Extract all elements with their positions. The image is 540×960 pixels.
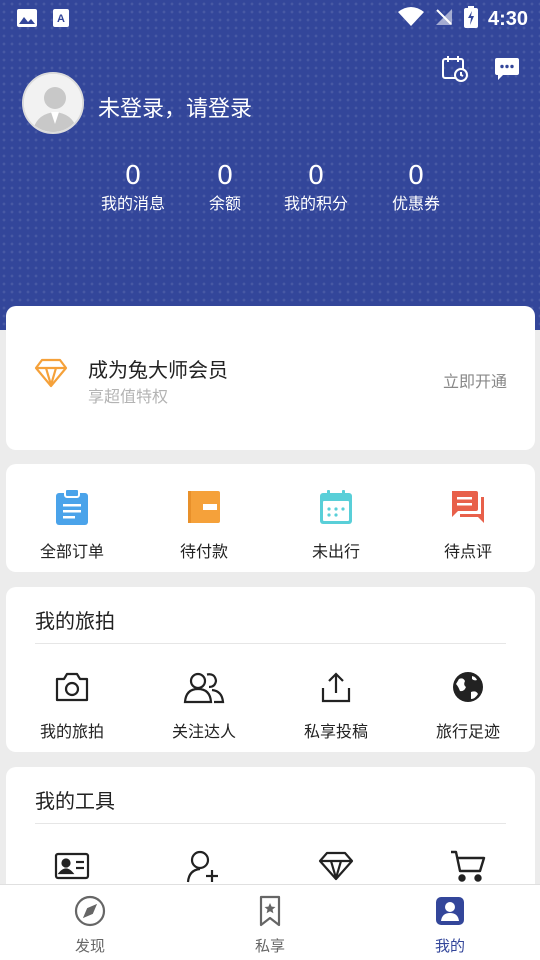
nav-label: 发现	[74, 937, 105, 955]
nav-label: 我的	[434, 937, 465, 955]
bottom-nav: 发现 私享 我的	[0, 884, 540, 960]
diamond-icon	[318, 845, 354, 887]
my-travel-photos[interactable]: 我的旅拍	[6, 666, 138, 742]
order-label: 未出行	[311, 542, 360, 561]
stats-row: 0 我的消息 0 余额 0 我的积分 0 优惠券	[0, 160, 540, 220]
stat-label: 优惠券	[391, 194, 440, 213]
stat-label: 我的积分	[283, 194, 348, 213]
users-icon	[183, 666, 225, 708]
private-submission[interactable]: 私享投稿	[270, 666, 402, 742]
diamond-icon	[34, 358, 68, 392]
tool-id-card[interactable]	[6, 845, 138, 887]
item-label: 关注达人	[171, 722, 236, 741]
avatar[interactable]	[22, 72, 84, 134]
nav-label: 私享	[254, 937, 285, 955]
no-signal-icon	[434, 7, 454, 31]
profile-icon	[434, 895, 466, 931]
wallet-icon	[187, 486, 221, 528]
battery-charging-icon	[463, 6, 478, 32]
upload-icon	[319, 666, 353, 708]
status-time: 4:30	[487, 7, 528, 30]
vip-subtitle: 享超值特权	[88, 387, 169, 406]
tool-add-user[interactable]	[138, 845, 270, 887]
vip-title: 成为兔大师会员	[88, 358, 228, 382]
travel-photo-card: 我的旅拍 我的旅拍 关注达人 私享投稿 旅行足迹	[6, 587, 535, 752]
nav-discover[interactable]: 发现	[0, 885, 180, 960]
cart-icon	[449, 845, 487, 887]
login-prompt[interactable]: 未登录，请登录	[98, 91, 252, 123]
open-vip-button[interactable]: 立即开通	[443, 368, 507, 392]
id-card-icon	[54, 845, 90, 887]
camera-icon	[54, 666, 90, 708]
order-all[interactable]: 全部订单	[6, 486, 138, 562]
status-bar: A 4:30	[0, 0, 540, 36]
order-label: 待点评	[443, 542, 492, 561]
order-label: 待付款	[179, 542, 228, 561]
tool-diamond[interactable]	[270, 845, 402, 887]
add-user-icon	[186, 845, 222, 887]
order-pending-payment[interactable]: 待付款	[138, 486, 270, 562]
globe-icon	[451, 666, 485, 708]
order-pending-review[interactable]: 待点评	[402, 486, 534, 562]
item-label: 我的旅拍	[39, 722, 104, 741]
divider	[35, 823, 506, 824]
divider	[35, 643, 506, 644]
stat-value: 0	[307, 161, 325, 191]
item-label: 私享投稿	[303, 722, 368, 741]
calendar-icon	[319, 486, 353, 528]
image-notification-icon	[16, 8, 38, 32]
vip-card[interactable]: 成为兔大师会员 享超值特权 立即开通	[6, 306, 535, 450]
calendar-clock-icon[interactable]	[440, 54, 470, 84]
profile-header: A 4:30 未登录，请登录 0 我的消息 0 余额 0 我的积分 0 优惠券	[0, 0, 540, 330]
follow-experts[interactable]: 关注达人	[138, 666, 270, 742]
section-title: 我的工具	[35, 789, 115, 813]
nav-mine[interactable]: 我的	[360, 885, 540, 960]
item-label: 旅行足迹	[435, 722, 500, 741]
clipboard-icon	[55, 486, 89, 528]
stat-coupons[interactable]: 0 优惠券	[361, 160, 471, 216]
order-label: 全部订单	[39, 542, 104, 561]
stat-points[interactable]: 0 我的积分	[261, 160, 371, 216]
orders-card: 全部订单 待付款 未出行 待点评	[6, 464, 535, 572]
bookmark-icon	[254, 895, 286, 931]
nav-private[interactable]: 私享	[180, 885, 360, 960]
tool-cart[interactable]	[402, 845, 534, 887]
comment-icon	[450, 486, 486, 528]
wifi-icon	[397, 7, 424, 31]
travel-footprints[interactable]: 旅行足迹	[402, 666, 534, 742]
order-not-traveled[interactable]: 未出行	[270, 486, 402, 562]
message-icon[interactable]	[492, 54, 522, 84]
stat-value: 0	[407, 161, 425, 191]
svg-text:A: A	[57, 13, 65, 25]
section-title: 我的旅拍	[35, 609, 115, 633]
text-notification-icon: A	[52, 8, 70, 32]
compass-icon	[74, 895, 106, 931]
